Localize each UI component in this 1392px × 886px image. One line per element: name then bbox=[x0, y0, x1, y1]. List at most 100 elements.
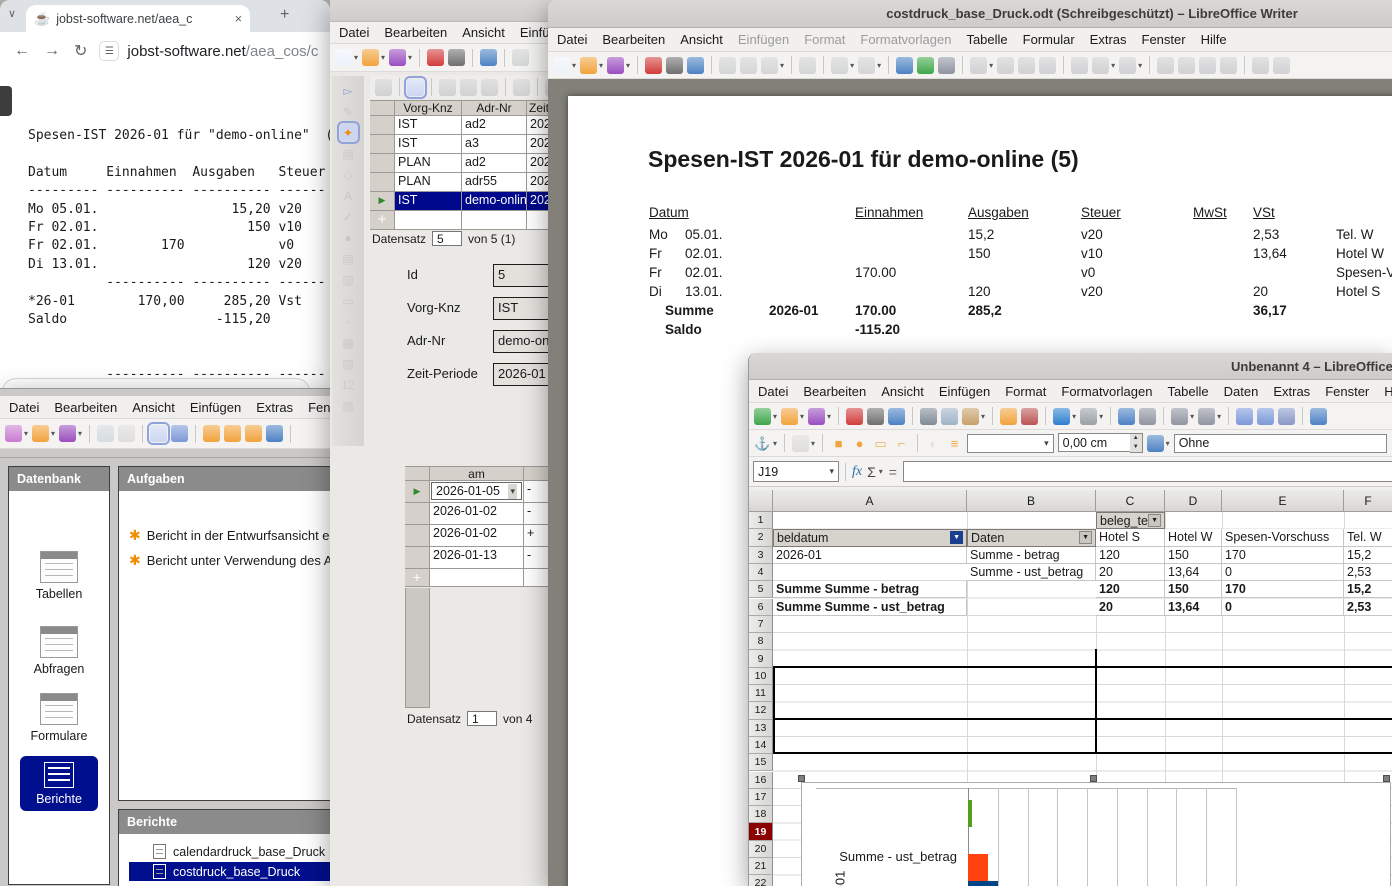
url-text[interactable]: jobst-software.net/aea_cos/c bbox=[127, 43, 318, 60]
undo-icon[interactable] bbox=[513, 79, 530, 96]
chevron-down-icon[interactable]: ▾ bbox=[850, 61, 854, 70]
row-header-7[interactable]: 7 bbox=[749, 616, 773, 633]
pivot-button-beldatum[interactable]: beldatum▼ bbox=[773, 529, 967, 546]
row-selector[interactable] bbox=[405, 503, 430, 525]
column-header-Vorg-Knz[interactable]: Vorg-Knz bbox=[395, 100, 462, 116]
paste-icon[interactable] bbox=[761, 57, 778, 74]
row-selector[interactable] bbox=[370, 116, 395, 135]
print-icon[interactable] bbox=[666, 57, 683, 74]
cut-icon[interactable] bbox=[920, 408, 937, 425]
cell-A6[interactable]: Summe Summe - ust_betrag bbox=[773, 599, 967, 616]
cell-D5[interactable]: 150 bbox=[1165, 581, 1222, 598]
row-selector[interactable]: ▶ bbox=[405, 481, 430, 503]
special-character-icon[interactable] bbox=[1119, 57, 1136, 74]
cell[interactable]: demo-online bbox=[462, 192, 527, 211]
menu-extras[interactable]: Extras bbox=[256, 400, 293, 415]
menu-einfügen[interactable]: Einfügen bbox=[190, 400, 241, 415]
sidebar-item-abfragen[interactable]: Abfragen bbox=[9, 626, 109, 676]
row-header-12[interactable]: 12 bbox=[749, 702, 773, 719]
basic-shapes-icon[interactable] bbox=[1273, 57, 1290, 74]
name-box[interactable]: J19 ▾ bbox=[753, 461, 839, 482]
chevron-down-icon[interactable]: ▾ bbox=[354, 53, 358, 62]
spelling-icon[interactable] bbox=[917, 57, 934, 74]
insert-table-icon[interactable] bbox=[970, 57, 987, 74]
text-box-icon[interactable] bbox=[1039, 57, 1056, 74]
cell-C4[interactable]: 20 bbox=[1096, 564, 1165, 581]
cell-A3[interactable]: 2026-01 bbox=[773, 547, 967, 564]
chevron-down-icon[interactable]: ▾ bbox=[827, 412, 831, 421]
menu-daten[interactable]: Daten bbox=[1224, 384, 1259, 399]
row-header-15[interactable]: 15 bbox=[749, 754, 773, 771]
row-header-1[interactable]: 1 bbox=[749, 512, 773, 529]
cell-F2[interactable]: Tel. W bbox=[1344, 529, 1392, 546]
chevron-down-icon[interactable]: ▾ bbox=[780, 61, 784, 70]
column-header-E[interactable]: E bbox=[1222, 490, 1344, 512]
chevron-down-icon[interactable]: ▾ bbox=[626, 61, 630, 70]
menu-hilfe[interactable]: Hilfe bbox=[1384, 384, 1392, 399]
design-mode-icon[interactable]: ✎ bbox=[340, 103, 357, 120]
row-header-18[interactable]: 18 bbox=[749, 806, 773, 823]
cell-B4[interactable]: Summe - ust_betrag bbox=[967, 564, 1096, 581]
cell-F6[interactable]: 2,53 bbox=[1344, 599, 1392, 616]
chevron-down-icon[interactable]: ▾ bbox=[24, 429, 28, 438]
menu-formatvorlagen[interactable]: Formatvorlagen bbox=[1061, 384, 1152, 399]
menu-extras[interactable]: Extras bbox=[1273, 384, 1310, 399]
cell-E3[interactable]: 170 bbox=[1222, 547, 1344, 564]
menu-datei[interactable]: Datei bbox=[557, 32, 587, 47]
row-header-2[interactable]: 2 bbox=[749, 529, 773, 546]
cell-C3[interactable]: 120 bbox=[1096, 547, 1165, 564]
column-header-F[interactable]: F bbox=[1344, 490, 1392, 512]
distribute-icon[interactable]: ≡ bbox=[946, 435, 963, 452]
cell-C2[interactable]: Hotel S bbox=[1096, 529, 1165, 546]
row-header-13[interactable]: 13 bbox=[749, 720, 773, 737]
chevron-down-icon[interactable]: ▾ bbox=[599, 61, 603, 70]
date-combobox[interactable]: 2026-01-05▾ bbox=[431, 482, 522, 500]
chevron-down-icon[interactable]: ▾ bbox=[51, 429, 55, 438]
chevron-down-icon[interactable]: ▾ bbox=[981, 412, 985, 421]
cell-E5[interactable]: 170 bbox=[1222, 581, 1344, 598]
row-selector[interactable] bbox=[370, 135, 395, 154]
chevron-down-icon[interactable]: ▾ bbox=[1111, 61, 1115, 70]
row-header-16[interactable]: 16 bbox=[749, 772, 773, 789]
menu-bearbeiten[interactable]: Bearbeiten bbox=[602, 32, 665, 47]
option-button-icon[interactable]: ● bbox=[340, 229, 357, 246]
cell-C5[interactable]: 120 bbox=[1096, 581, 1165, 598]
image-control-icon[interactable]: ▦ bbox=[340, 334, 357, 351]
cut-icon[interactable] bbox=[512, 49, 529, 66]
row-header-22[interactable]: 22 bbox=[749, 875, 773, 886]
chart-handle[interactable] bbox=[1383, 775, 1390, 782]
export-pdf-icon[interactable] bbox=[427, 49, 444, 66]
calc-titlebar[interactable]: Unbenannt 4 – LibreOffice Calc bbox=[749, 353, 1392, 380]
cut-icon[interactable] bbox=[439, 79, 456, 96]
print-preview-icon[interactable] bbox=[888, 408, 905, 425]
chart-object[interactable]: Summe - ust_betragSumme - betrag2026-01b… bbox=[801, 782, 1391, 886]
insert-row-icon[interactable] bbox=[1171, 408, 1188, 425]
cell[interactable]: IST bbox=[395, 192, 462, 211]
open-database-object-icon[interactable] bbox=[245, 425, 262, 442]
autofilter-icon[interactable] bbox=[1278, 408, 1295, 425]
spin-up-icon[interactable]: ▲ bbox=[1130, 434, 1142, 443]
bar-tel-w[interactable] bbox=[968, 800, 972, 827]
undo-icon[interactable] bbox=[1053, 408, 1070, 425]
cell-F5[interactable]: 15,2 bbox=[1344, 581, 1392, 598]
column-header-A[interactable]: A bbox=[773, 490, 967, 512]
print-icon[interactable] bbox=[867, 408, 884, 425]
sum-icon[interactable]: Σ bbox=[867, 464, 876, 480]
record-number-input[interactable]: 1 bbox=[467, 711, 497, 726]
pattern-field-icon[interactable]: ▨ bbox=[340, 397, 357, 414]
cell-A5[interactable]: Summe Summe - betrag bbox=[773, 581, 967, 598]
redo-icon[interactable] bbox=[858, 57, 875, 74]
select-icon[interactable]: ▻ bbox=[340, 82, 357, 99]
paste-icon[interactable] bbox=[962, 408, 979, 425]
row-header-17[interactable]: 17 bbox=[749, 789, 773, 806]
find-replace-icon[interactable] bbox=[1118, 408, 1135, 425]
add-record-button[interactable]: + bbox=[370, 211, 395, 230]
open-icon[interactable] bbox=[580, 57, 597, 74]
menu-format[interactable]: Format bbox=[804, 32, 845, 47]
insert-column-icon[interactable] bbox=[1198, 408, 1215, 425]
edit-data-icon[interactable] bbox=[407, 79, 424, 96]
row-header-14[interactable]: 14 bbox=[749, 737, 773, 754]
menu-bearbeiten[interactable]: Bearbeiten bbox=[803, 384, 866, 399]
print-preview-icon[interactable] bbox=[687, 57, 704, 74]
spelling-icon[interactable] bbox=[1139, 408, 1156, 425]
